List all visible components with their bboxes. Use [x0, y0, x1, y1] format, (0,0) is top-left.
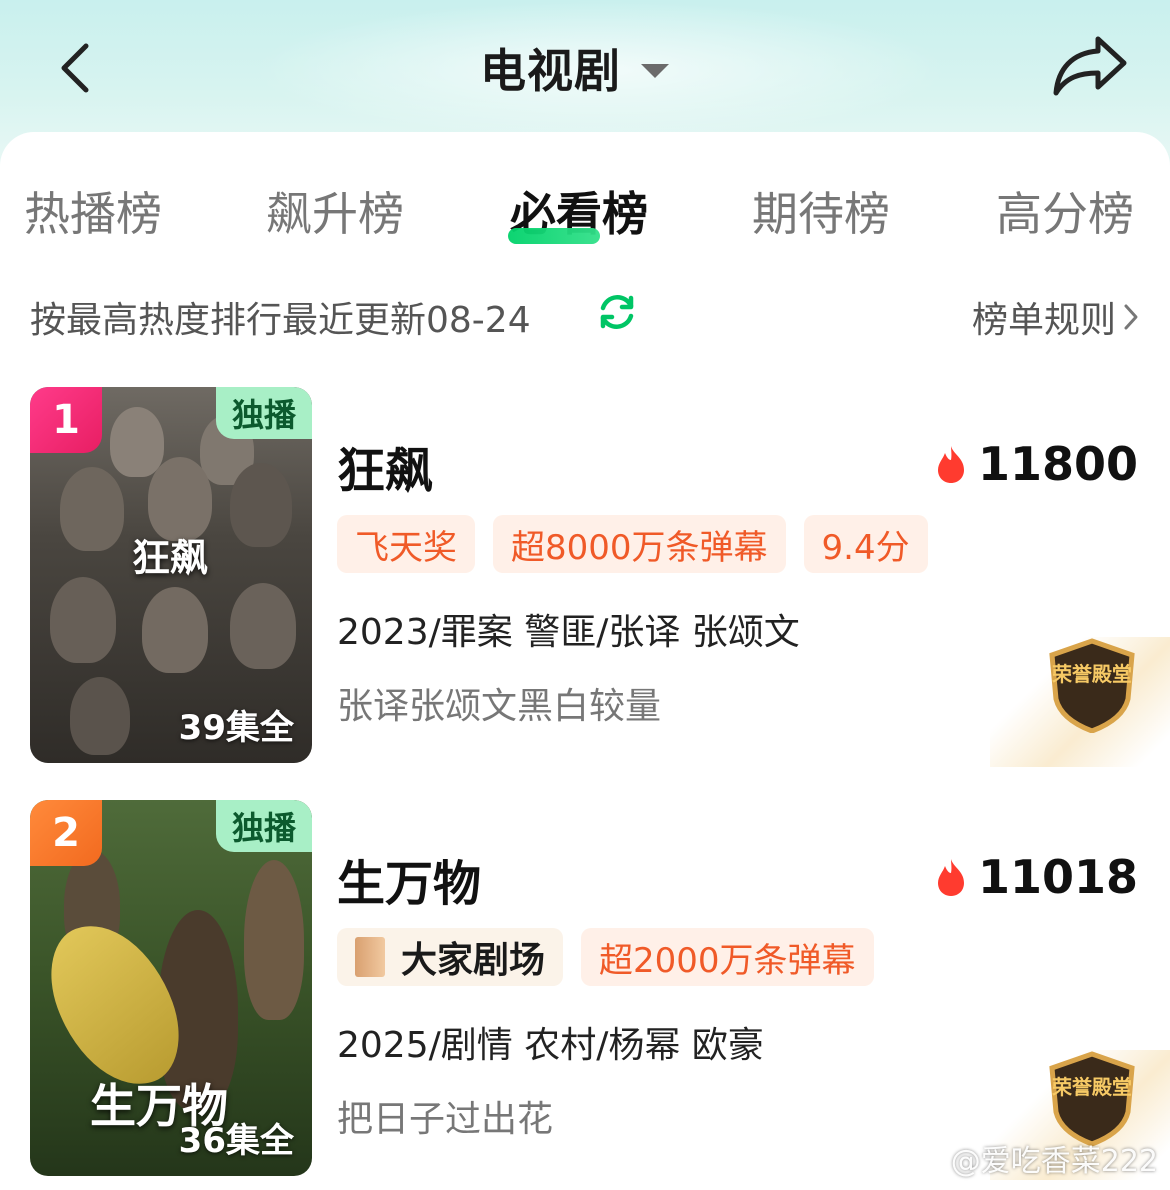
watermark-text: @爱吃香菜222 [950, 1144, 1158, 1179]
honor-badge-text: 荣誉殿堂 [1051, 1075, 1132, 1099]
watermark: @爱吃香菜222 [905, 1136, 1158, 1180]
tag-row: 飞天奖 超8000万条弹幕 9.4分 [337, 515, 928, 573]
tab-hot[interactable]: 热播榜 [24, 178, 162, 244]
score-tag: 9.4分 [803, 515, 928, 573]
poster-figure [70, 677, 130, 755]
caret-down-icon [641, 64, 669, 78]
show-meta: 2023/罪案 警匪/张译 张颂文 [337, 612, 800, 653]
active-tab-indicator [508, 228, 600, 244]
poster-figure [142, 587, 208, 673]
honor-badge-text: 荣誉殿堂 [1051, 662, 1132, 686]
poster-image: 狂飙 1 独播 39集全 [30, 387, 312, 763]
heat-score: 11018 [934, 850, 1138, 904]
tab-rising[interactable]: 飙升榜 [266, 178, 404, 244]
honor-hall-icon: 荣誉殿堂 [1049, 1051, 1135, 1146]
list-item[interactable]: 狂飙 1 独播 39集全 狂飙 11800 飞天奖 超8000万条弹幕 9.4分… [0, 387, 1170, 767]
honor-hall-icon: 荣誉殿堂 [1049, 638, 1135, 733]
share-button[interactable] [1045, 28, 1135, 104]
refresh-icon[interactable] [595, 290, 639, 334]
tag-row: 大家剧场 超2000万条弹幕 [337, 928, 874, 986]
category-selector[interactable]: 电视剧 [480, 36, 669, 100]
exclusive-badge: 独播 [215, 387, 312, 439]
sort-description: 按最高热度排行最近更新08-24 [30, 300, 531, 341]
rules-label: 榜单规则 [971, 300, 1116, 341]
exclusive-badge: 独播 [215, 800, 312, 852]
rules-link[interactable]: 榜单规则 [972, 291, 1140, 343]
page-title: 电视剧 [480, 44, 621, 98]
list-item[interactable]: 生万物 2 独播 36集全 生万物 11018 大家剧场 超2000万条弹幕 2… [0, 800, 1170, 1180]
heat-value: 11800 [977, 437, 1138, 491]
back-button[interactable] [50, 38, 100, 98]
show-title[interactable]: 狂飙 [337, 431, 433, 501]
chevron-right-icon [1124, 304, 1138, 330]
poster-figure [110, 407, 164, 477]
chevron-left-icon [61, 43, 89, 93]
rank-badge: 2 [30, 800, 102, 866]
tab-high-score[interactable]: 高分榜 [996, 178, 1134, 244]
danmaku-tag: 超8000万条弹幕 [493, 515, 786, 573]
ranking-tabs: 热播榜 飙升榜 必看榜 期待榜 高分榜 [0, 170, 1170, 260]
book-icon [355, 937, 385, 977]
episode-count: 39集全 [178, 708, 294, 748]
poster-title-art: 狂飙 [132, 536, 209, 580]
heat-value: 11018 [977, 850, 1138, 904]
flame-icon [937, 859, 964, 896]
top-bar: 电视剧 [0, 0, 1170, 135]
danmaku-tag: 超2000万条弹幕 [581, 928, 874, 986]
episode-count: 36集全 [178, 1121, 294, 1161]
poster-figure [50, 577, 116, 663]
poster-image: 生万物 2 独播 36集全 [30, 800, 312, 1176]
brand-tag: 大家剧场 [337, 928, 564, 986]
poster-figure [60, 467, 124, 551]
poster-figure [230, 583, 296, 669]
weibo-icon [905, 1144, 944, 1174]
rank-badge: 1 [30, 387, 102, 453]
poster-figure [230, 463, 292, 547]
show-title[interactable]: 生万物 [337, 844, 481, 914]
brand-tag-label: 大家剧场 [401, 939, 546, 981]
share-icon [1053, 36, 1127, 96]
poster-figure [244, 860, 304, 1020]
show-description: 张译张颂文黑白较量 [337, 686, 662, 727]
flame-icon [937, 446, 964, 483]
ranking-info-bar: 按最高热度排行最近更新08-24 榜单规则 [30, 285, 1140, 341]
show-description: 把日子过出花 [337, 1099, 554, 1140]
show-meta: 2025/剧情 农村/杨幂 欧豪 [337, 1025, 764, 1066]
award-tag: 飞天奖 [337, 515, 475, 573]
heat-score: 11800 [934, 437, 1138, 491]
tab-anticipated[interactable]: 期待榜 [752, 178, 890, 244]
